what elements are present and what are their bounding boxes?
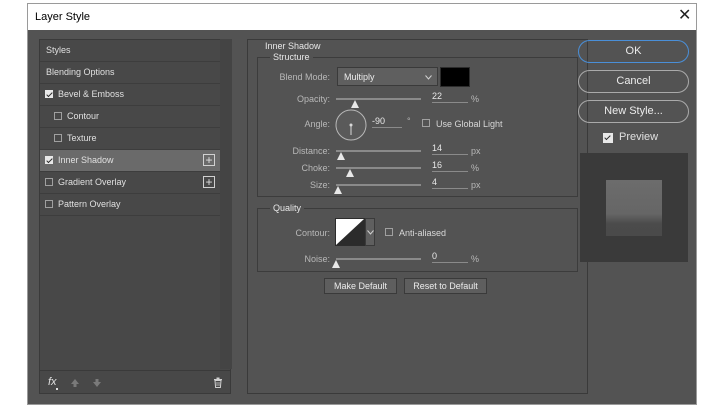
size-label: Size: bbox=[309, 180, 330, 190]
anti-aliased-checkbox[interactable] bbox=[385, 228, 393, 236]
distance-slider-thumb[interactable] bbox=[337, 152, 346, 160]
style-label: Gradient Overlay bbox=[58, 177, 127, 187]
styles-list-item[interactable]: Texture bbox=[40, 128, 230, 150]
angle-input[interactable]: -90 bbox=[372, 115, 402, 128]
style-label: Pattern Overlay bbox=[58, 199, 121, 209]
arrow-down-icon[interactable] bbox=[92, 378, 102, 388]
window-title: Layer Style bbox=[35, 11, 91, 23]
opacity-label: Opacity: bbox=[296, 94, 330, 104]
noise-input[interactable]: 0 bbox=[432, 250, 468, 263]
make-default-button[interactable]: Make Default bbox=[324, 278, 397, 294]
quality-title: Quality bbox=[270, 203, 305, 213]
preview-swatch bbox=[606, 180, 662, 236]
new-style-button[interactable]: New Style... bbox=[578, 100, 689, 123]
angle-unit: ° bbox=[407, 116, 411, 126]
blend-mode-value: Multiply bbox=[344, 72, 375, 82]
layer-style-dialog: Styles Blending Options Bevel & Emboss Cont… bbox=[27, 30, 697, 405]
distance-input[interactable]: 14 bbox=[432, 142, 468, 155]
anti-aliased-label: Anti-aliased bbox=[399, 228, 447, 238]
preview-label: Preview bbox=[619, 131, 659, 143]
style-checkbox[interactable] bbox=[45, 200, 53, 208]
styles-list-item[interactable]: Blending Options bbox=[40, 62, 230, 84]
fx-menu-indicator bbox=[56, 388, 58, 390]
contour-preview[interactable] bbox=[335, 218, 365, 246]
style-label: Contour bbox=[67, 111, 100, 121]
choke-unit: % bbox=[471, 163, 480, 173]
distance-unit: px bbox=[471, 146, 481, 156]
styles-list-item[interactable]: Bevel & Emboss bbox=[40, 84, 230, 106]
shadow-color-swatch[interactable] bbox=[440, 67, 470, 87]
preview-checkbox[interactable] bbox=[603, 133, 613, 143]
styles-list-item[interactable]: Pattern Overlay bbox=[40, 194, 230, 216]
angle-label: Angle: bbox=[304, 119, 330, 129]
reset-default-button[interactable]: Reset to Default bbox=[404, 278, 487, 294]
choke-slider-thumb[interactable] bbox=[345, 169, 354, 177]
arrow-up-icon[interactable] bbox=[70, 378, 80, 388]
style-label: Bevel & Emboss bbox=[58, 89, 125, 99]
noise-unit: % bbox=[471, 254, 480, 264]
style-label: Blending Options bbox=[46, 67, 115, 77]
angle-dial[interactable] bbox=[335, 109, 367, 141]
distance-slider-track[interactable] bbox=[336, 150, 421, 152]
inner-shadow-panel: Inner Shadow Structure Blend Mode: Multi… bbox=[247, 39, 588, 394]
structure-title: Structure bbox=[270, 52, 313, 62]
fx-button[interactable]: fx bbox=[48, 376, 57, 388]
style-label: Inner Shadow bbox=[58, 155, 114, 165]
opacity-input[interactable]: 22 bbox=[432, 90, 468, 103]
size-unit: px bbox=[471, 180, 481, 190]
style-checkbox[interactable] bbox=[54, 134, 62, 142]
chevron-down-icon bbox=[367, 230, 374, 235]
distance-label: Distance: bbox=[292, 146, 330, 156]
opacity-slider-thumb[interactable] bbox=[350, 100, 359, 108]
noise-label: Noise: bbox=[304, 254, 330, 264]
use-global-light-checkbox[interactable] bbox=[422, 119, 430, 127]
blend-mode-select[interactable]: Multiply bbox=[337, 67, 438, 86]
trash-icon[interactable] bbox=[213, 377, 223, 388]
styles-list-item[interactable]: Styles bbox=[40, 40, 230, 62]
styles-scrollbar[interactable] bbox=[220, 39, 232, 369]
styles-list-item[interactable]: Gradient Overlay + bbox=[40, 172, 230, 194]
chevron-down-icon bbox=[425, 75, 432, 80]
style-label: Styles bbox=[46, 45, 71, 55]
choke-input[interactable]: 16 bbox=[432, 159, 468, 172]
add-effect-icon[interactable]: + bbox=[203, 154, 215, 166]
preview-thumbnail bbox=[580, 153, 688, 262]
cancel-button[interactable]: Cancel bbox=[578, 70, 689, 93]
style-checkbox[interactable] bbox=[45, 178, 53, 186]
styles-panel: Styles Blending Options Bevel & Emboss Cont… bbox=[39, 39, 231, 394]
style-checkbox[interactable] bbox=[45, 156, 53, 164]
size-slider-track[interactable] bbox=[336, 184, 421, 186]
close-icon[interactable]: ✕ bbox=[678, 7, 691, 25]
noise-slider-track[interactable] bbox=[336, 258, 421, 260]
style-checkbox[interactable] bbox=[45, 90, 53, 98]
add-effect-icon[interactable]: + bbox=[203, 176, 215, 188]
blend-mode-label: Blend Mode: bbox=[279, 72, 330, 82]
title-bar: Layer Style ✕ bbox=[27, 3, 697, 30]
size-input[interactable]: 4 bbox=[432, 176, 468, 189]
styles-list-item[interactable]: Inner Shadow + bbox=[40, 150, 230, 172]
quality-group: Quality Contour: Anti-aliased Noise: 0 % bbox=[257, 203, 578, 272]
ok-button[interactable]: OK bbox=[578, 40, 689, 63]
style-label: Texture bbox=[67, 133, 97, 143]
styles-list-item[interactable]: Contour bbox=[40, 106, 230, 128]
size-slider-thumb[interactable] bbox=[333, 186, 342, 194]
opacity-unit: % bbox=[471, 94, 480, 104]
contour-label: Contour: bbox=[295, 228, 330, 238]
section-title: Inner Shadow bbox=[265, 41, 321, 51]
opacity-slider-track[interactable] bbox=[336, 98, 421, 100]
structure-group: Structure Blend Mode: Multiply Opacity: … bbox=[257, 52, 578, 197]
contour-dropdown[interactable] bbox=[365, 218, 375, 246]
style-checkbox[interactable] bbox=[54, 112, 62, 120]
use-global-light-label: Use Global Light bbox=[436, 119, 503, 129]
noise-slider-thumb[interactable] bbox=[332, 260, 340, 268]
choke-label: Choke: bbox=[301, 163, 330, 173]
